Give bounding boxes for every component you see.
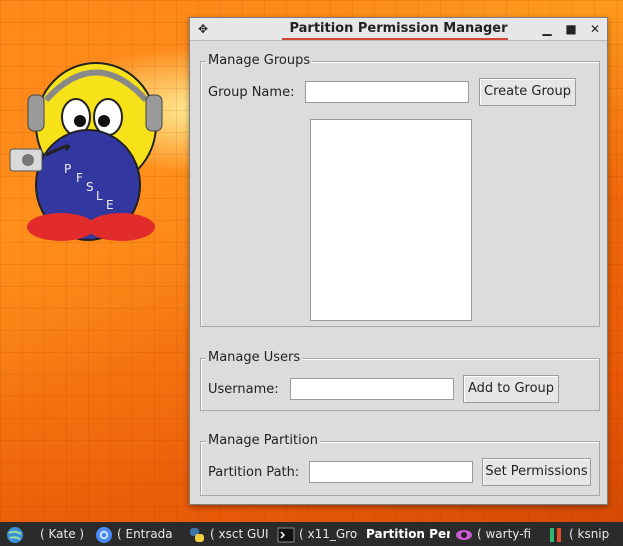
group-name-input[interactable] bbox=[305, 81, 469, 103]
manage-partition-legend: Manage Partition bbox=[206, 433, 320, 449]
ksnip-icon bbox=[550, 527, 561, 542]
taskbar-item-ksnip[interactable]: ( ksnip bbox=[547, 522, 623, 546]
partition-path-input[interactable] bbox=[309, 461, 473, 483]
taskbar-label: ( x11_Gro bbox=[299, 527, 358, 541]
mascot-letter-l: L bbox=[96, 189, 103, 203]
taskbar-label: ( warty-fi bbox=[477, 527, 532, 541]
eye-icon bbox=[456, 529, 472, 540]
taskbar-item-x11[interactable]: ( x11_Gro bbox=[277, 522, 363, 546]
username-label: Username: bbox=[208, 382, 279, 397]
taskbar-item-xsct[interactable]: ( xsct GUI bbox=[188, 522, 274, 546]
mascot-letter-e: E bbox=[106, 198, 114, 212]
close-icon[interactable]: ✕ bbox=[587, 21, 603, 37]
mascot-letter-s: S bbox=[86, 180, 94, 194]
minimize-icon[interactable]: ▁ bbox=[539, 21, 555, 37]
manage-groups-frame: Manage Groups Group Name: Create Group bbox=[200, 53, 600, 327]
group-name-label: Group Name: bbox=[208, 85, 295, 100]
taskbar-item-partition[interactable]: Partition Per bbox=[366, 522, 450, 546]
taskbar-label: ( Kate ) bbox=[40, 527, 85, 541]
taskbar-label: ( xsct GUI bbox=[210, 527, 269, 541]
maximize-icon[interactable]: ■ bbox=[563, 21, 579, 37]
title-bar[interactable]: ✥ Partition Permission Manager ▁ ■ ✕ bbox=[190, 18, 607, 41]
python-icon bbox=[190, 527, 204, 542]
chrome-icon bbox=[96, 526, 112, 543]
manage-users-frame: Manage Users Username: Add to Group bbox=[200, 350, 600, 411]
groups-listbox[interactable] bbox=[310, 119, 472, 321]
taskbar-item-warty[interactable]: ( warty-fi bbox=[455, 522, 537, 546]
taskbar-label: ( Entrada bbox=[117, 527, 173, 541]
taskbar-label: ( ksnip bbox=[569, 527, 610, 541]
globe-icon bbox=[7, 526, 23, 543]
manage-partition-frame: Manage Partition Partition Path: Set Per… bbox=[200, 433, 600, 496]
add-to-group-button[interactable]: Add to Group bbox=[463, 375, 559, 403]
manage-users-legend: Manage Users bbox=[206, 350, 303, 366]
taskbar: ( Kate ) ( Entrada ( xsct GUI ( x11_Gro … bbox=[0, 522, 623, 546]
taskbar-label: Partition Per bbox=[366, 527, 450, 541]
terminal-icon bbox=[277, 527, 295, 542]
mascot-letter-f: F bbox=[76, 171, 83, 185]
manage-groups-legend: Manage Groups bbox=[206, 53, 313, 69]
create-group-button[interactable]: Create Group bbox=[479, 78, 576, 106]
set-permissions-button[interactable]: Set Permissions bbox=[482, 458, 591, 486]
mascot-letter-p: P bbox=[64, 162, 71, 176]
mascot-image: P F S L E bbox=[9, 62, 163, 241]
taskbar-item-entrada[interactable]: ( Entrada bbox=[95, 522, 180, 546]
title-accent-line bbox=[282, 38, 508, 40]
app-window: ✥ Partition Permission Manager ▁ ■ ✕ Man… bbox=[189, 17, 608, 505]
username-input[interactable] bbox=[290, 378, 454, 400]
taskbar-item-kate[interactable]: ( Kate ) bbox=[6, 522, 86, 546]
partition-path-label: Partition Path: bbox=[208, 465, 300, 480]
